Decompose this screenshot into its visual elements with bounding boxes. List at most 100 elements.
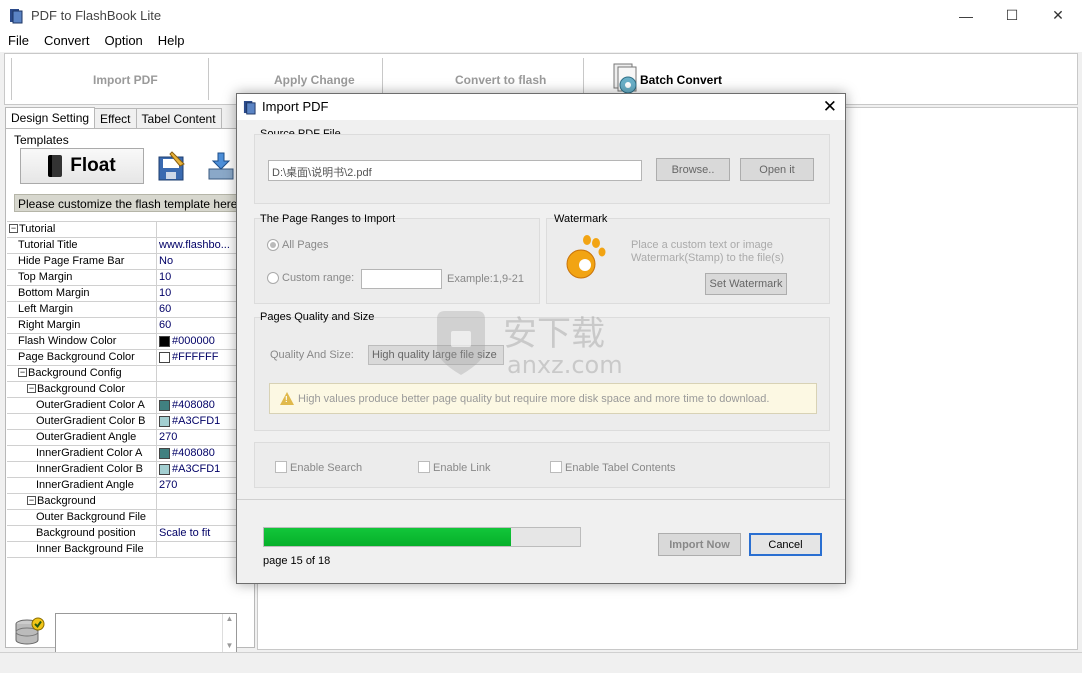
property-value[interactable]: #A3CFD1	[157, 462, 239, 477]
property-name-text: OuterGradient Color A	[36, 399, 145, 411]
maximize-button[interactable]: ☐	[989, 0, 1035, 31]
save-template-icon[interactable]	[158, 151, 186, 181]
property-row[interactable]: − Background	[7, 494, 239, 510]
convert-to-flash-button[interactable]: Convert to flash	[455, 73, 546, 87]
property-value[interactable]: 60	[157, 302, 239, 317]
property-name-text: InnerGradient Angle	[36, 479, 134, 491]
property-row[interactable]: Top Margin 10	[7, 270, 239, 286]
float-template-button[interactable]: Float	[20, 148, 144, 184]
import-now-button[interactable]: Import Now	[658, 533, 741, 556]
property-name: Right Margin	[7, 318, 157, 333]
property-value[interactable]: www.flashbo...	[157, 238, 239, 253]
property-value[interactable]: 270	[157, 478, 239, 493]
collapse-icon[interactable]: −	[27, 384, 36, 393]
property-value[interactable]: #A3CFD1	[157, 414, 239, 429]
property-row[interactable]: Tutorial Title www.flashbo...	[7, 238, 239, 254]
dialog-close-icon[interactable]: ✕	[823, 97, 837, 117]
menu-file[interactable]: File	[0, 31, 36, 52]
property-name: Page Background Color	[7, 350, 157, 365]
import-pdf-button[interactable]: Import PDF	[93, 73, 158, 87]
property-value[interactable]	[157, 382, 239, 397]
color-swatch	[159, 448, 170, 459]
property-name: Tutorial Title	[7, 238, 157, 253]
enable-search-checkbox[interactable]	[275, 461, 287, 473]
property-row[interactable]: Bottom Margin 10	[7, 286, 239, 302]
tab-tabel-content[interactable]: Tabel Content	[135, 108, 222, 128]
property-value[interactable]: 10	[157, 286, 239, 301]
property-row[interactable]: Right Margin 60	[7, 318, 239, 334]
property-value[interactable]: 10	[157, 270, 239, 285]
source-path-input[interactable]: D:\桌面\说明书\2.pdf	[268, 160, 642, 181]
property-row[interactable]: Hide Page Frame Bar No	[7, 254, 239, 270]
property-name-text: Bottom Margin	[18, 287, 90, 299]
property-row[interactable]: Outer Background File	[7, 510, 239, 526]
collapse-icon[interactable]: −	[18, 368, 27, 377]
apply-change-button[interactable]: Apply Change	[274, 73, 355, 87]
property-value[interactable]	[157, 542, 239, 557]
progress-fill	[264, 528, 512, 546]
enable-tabel-checkbox[interactable]	[550, 461, 562, 473]
design-setting-body: Templates Float Please customize the fla…	[5, 128, 255, 665]
custom-range-radio[interactable]	[267, 272, 279, 284]
property-value[interactable]: #FFFFFF	[157, 350, 239, 365]
property-row[interactable]: − Background Config	[7, 366, 239, 382]
property-row[interactable]: Left Margin 60	[7, 302, 239, 318]
property-name-text: Flash Window Color	[18, 335, 117, 347]
property-value[interactable]: Scale to fit	[157, 526, 239, 541]
enable-link-checkbox[interactable]	[418, 461, 430, 473]
close-button[interactable]: ✕	[1035, 0, 1081, 31]
property-value[interactable]: 60	[157, 318, 239, 333]
tab-effect[interactable]: Effect	[94, 108, 137, 128]
property-row[interactable]: Flash Window Color #000000	[7, 334, 239, 350]
property-row[interactable]: OuterGradient Angle 270	[7, 430, 239, 446]
enable-tabel-label: Enable Tabel Contents	[565, 462, 676, 474]
property-row[interactable]: InnerGradient Angle 270	[7, 478, 239, 494]
property-name: Left Margin	[7, 302, 157, 317]
property-value[interactable]: 270	[157, 430, 239, 445]
menu-help[interactable]: Help	[150, 31, 192, 52]
custom-range-input[interactable]	[361, 269, 442, 289]
minimize-button[interactable]: —	[943, 0, 989, 31]
property-value-text: #A3CFD1	[172, 463, 221, 475]
property-row[interactable]: InnerGradient Color A #408080	[7, 446, 239, 462]
property-row[interactable]: − Background Color	[7, 382, 239, 398]
property-row[interactable]: Inner Background File	[7, 542, 239, 558]
import-template-icon[interactable]	[206, 151, 236, 181]
property-value[interactable]: #000000	[157, 334, 239, 349]
property-row[interactable]: OuterGradient Color B #A3CFD1	[7, 414, 239, 430]
property-name: Flash Window Color	[7, 334, 157, 349]
property-name: − Background Config	[7, 366, 157, 381]
tab-design-setting[interactable]: Design Setting	[5, 107, 96, 129]
property-value[interactable]: #408080	[157, 446, 239, 461]
color-swatch	[159, 400, 170, 411]
menu-option[interactable]: Option	[96, 31, 149, 52]
property-row[interactable]: − Tutorial	[7, 222, 239, 238]
property-row[interactable]: Background position Scale to fit	[7, 526, 239, 542]
property-row[interactable]: OuterGradient Color A #408080	[7, 398, 239, 414]
browse-button[interactable]: Browse..	[656, 158, 730, 181]
property-value[interactable]: No	[157, 254, 239, 269]
property-row[interactable]: Page Background Color #FFFFFF	[7, 350, 239, 366]
property-value[interactable]	[157, 222, 239, 237]
collapse-icon[interactable]: −	[27, 496, 36, 505]
import-pdf-dialog: Import PDF ✕ Source PDF File D:\桌面\说明书\2…	[236, 93, 846, 584]
property-name-text: Right Margin	[18, 319, 81, 331]
property-name: OuterGradient Color A	[7, 398, 157, 413]
menu-convert[interactable]: Convert	[36, 31, 97, 52]
collapse-icon[interactable]: −	[9, 224, 18, 233]
property-value[interactable]: #408080	[157, 398, 239, 413]
property-value[interactable]	[157, 366, 239, 381]
property-name-text: Outer Background File	[36, 511, 147, 523]
property-value-text: 270	[159, 479, 178, 491]
cancel-button[interactable]: Cancel	[749, 533, 822, 556]
batch-convert-button[interactable]: Batch Convert	[640, 73, 722, 87]
set-watermark-button[interactable]: Set Watermark	[705, 273, 787, 295]
quality-select[interactable]: High quality large file size	[368, 345, 504, 365]
property-row[interactable]: InnerGradient Color B #A3CFD1	[7, 462, 239, 478]
open-it-button[interactable]: Open it	[740, 158, 814, 181]
property-value-text: www.flashbo...	[159, 239, 230, 251]
all-pages-radio[interactable]	[267, 239, 279, 251]
property-value[interactable]	[157, 510, 239, 525]
customize-hint: Please customize the flash template here	[14, 194, 246, 212]
property-value[interactable]	[157, 494, 239, 509]
